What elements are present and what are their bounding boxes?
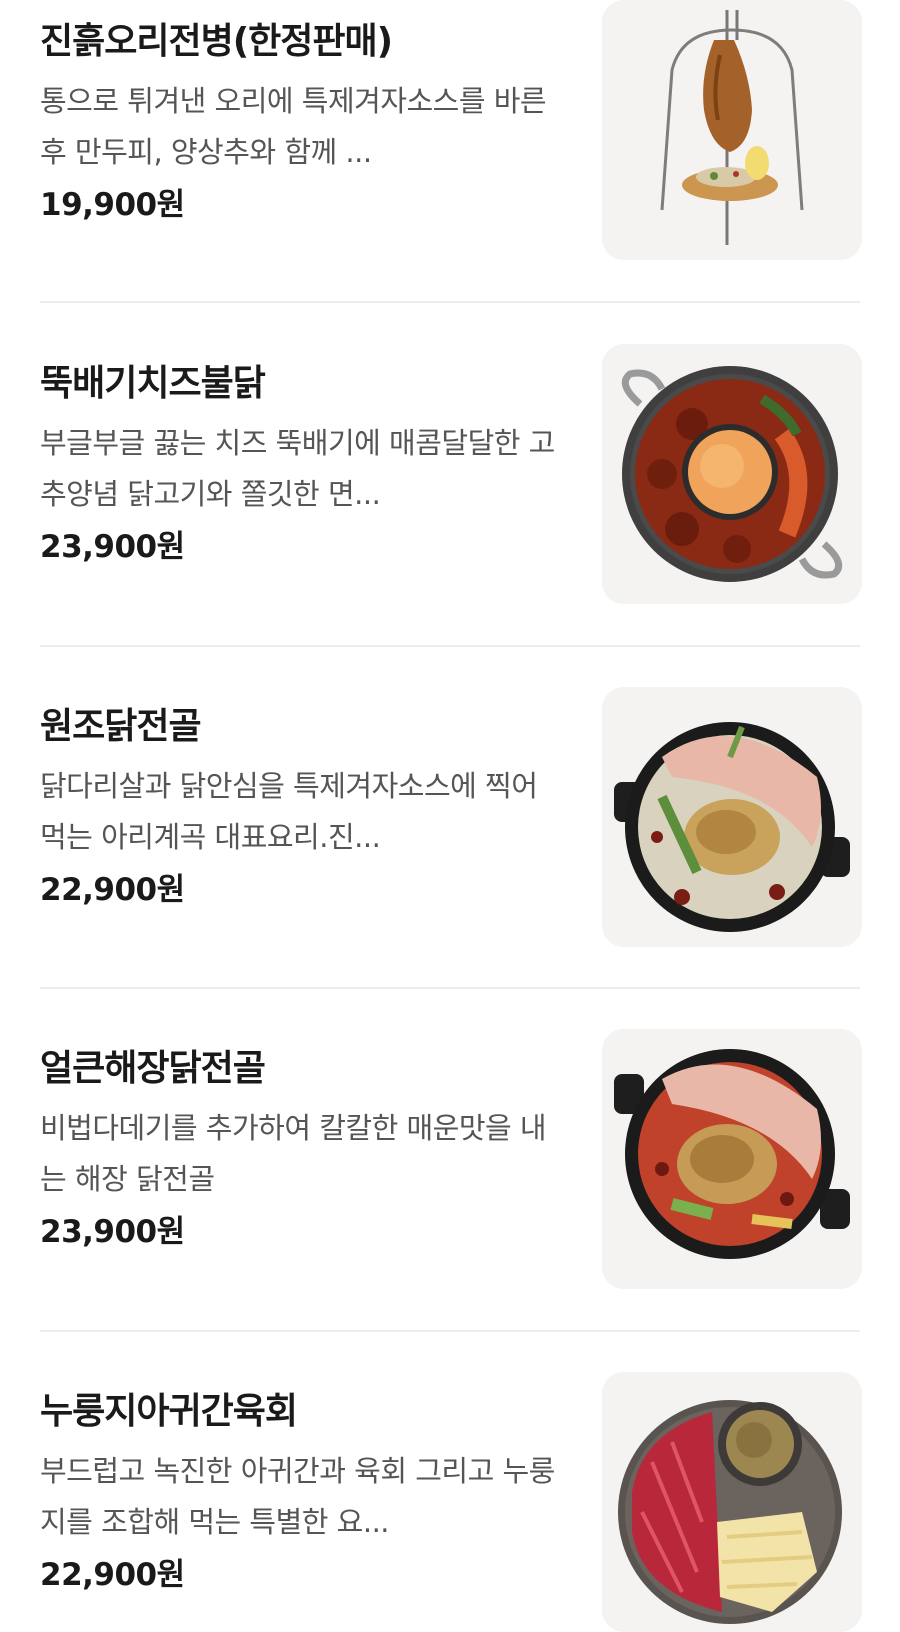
menu-item-image[interactable]	[602, 687, 862, 947]
menu-item-description: 비법다데기를 추가하여 칼칼한 매운맛을 내는 해장 닭전골	[40, 1111, 547, 1196]
menu-item-nurungji-agwigan-yukhoe[interactable]: 누룽지아귀간육회 부드럽고 녹진한 아귀간과 육회 그리고 누룽지를 조합해 먹…	[40, 1372, 862, 1632]
menu-item-wonjo-dak-jeongol[interactable]: 원조닭전골 닭다리살과 닭안심을 특제겨자소스에 찍어먹는 아리계곡 대표요리.…	[40, 687, 862, 947]
menu-item-ttukbaegi-cheese-buldak[interactable]: 뚝배기치즈불닭 부글부글 끓는 치즈 뚝배기에 매콤달달한 고추양념 닭고기와 …	[40, 344, 862, 604]
menu-item-image[interactable]	[602, 0, 862, 260]
menu-item-description: 닭다리살과 닭안심을 특제겨자소스에 찍어먹는 아리계곡 대표요리.진...	[40, 769, 538, 854]
menu-item-price: 22,900원	[40, 872, 185, 908]
roast-duck-hanging-photo	[602, 0, 862, 260]
menu-item-description: 부드럽고 녹진한 아귀간과 육회 그리고 누룽지를 조합해 먹는 특별한 요..…	[40, 1454, 555, 1539]
menu-item-jinheuk-ori-jeonbyeong[interactable]: 진흙오리전병(한정판매) 통으로 튀겨낸 오리에 특제겨자소스를 바른 후 만두…	[40, 0, 862, 260]
menu-item-price: 19,900원	[40, 187, 185, 223]
menu-item-price: 23,900원	[40, 529, 185, 565]
divider	[40, 1330, 860, 1332]
menu-item-name: 뚝배기치즈불닭	[40, 363, 266, 404]
menu-item-name: 누룽지아귀간육회	[40, 1391, 298, 1432]
menu-item-description: 통으로 튀겨낸 오리에 특제겨자소스를 바른 후 만두피, 양상추와 함께 ..…	[40, 84, 547, 169]
divider	[40, 645, 860, 647]
menu-item-image[interactable]	[602, 344, 862, 604]
divider	[40, 987, 860, 989]
monkfish-liver-yukhoe-photo	[602, 1372, 862, 1632]
divider	[40, 301, 860, 303]
spicy-chicken-hotpot-photo	[602, 1029, 862, 1289]
menu-item-text: 얼큰해장닭전골 비법다데기를 추가하여 칼칼한 매운맛을 내는 해장 닭전골 2…	[40, 1029, 560, 1253]
menu-item-eolkeun-haejang-dak-jeongol[interactable]: 얼큰해장닭전골 비법다데기를 추가하여 칼칼한 매운맛을 내는 해장 닭전골 2…	[40, 1029, 862, 1289]
menu-item-name: 원조닭전골	[40, 706, 202, 747]
menu-item-image[interactable]	[602, 1029, 862, 1289]
menu-item-text: 원조닭전골 닭다리살과 닭안심을 특제겨자소스에 찍어먹는 아리계곡 대표요리.…	[40, 687, 560, 911]
cheese-fire-chicken-pan-photo	[602, 344, 862, 604]
menu-item-text: 진흙오리전병(한정판매) 통으로 튀겨낸 오리에 특제겨자소스를 바른 후 만두…	[40, 0, 560, 226]
menu-item-name: 얼큰해장닭전골	[40, 1048, 266, 1089]
chicken-hotpot-photo	[602, 687, 862, 947]
menu-item-text: 누룽지아귀간육회 부드럽고 녹진한 아귀간과 육회 그리고 누룽지를 조합해 먹…	[40, 1372, 560, 1596]
menu-item-price: 22,900원	[40, 1557, 185, 1593]
menu-item-description: 부글부글 끓는 치즈 뚝배기에 매콤달달한 고추양념 닭고기와 쫄깃한 면...	[40, 426, 555, 511]
menu-item-text: 뚝배기치즈불닭 부글부글 끓는 치즈 뚝배기에 매콤달달한 고추양념 닭고기와 …	[40, 344, 560, 568]
menu-item-name: 진흙오리전병(한정판매)	[40, 21, 393, 62]
menu-item-image[interactable]	[602, 1372, 862, 1632]
menu-item-price: 23,900원	[40, 1214, 185, 1250]
